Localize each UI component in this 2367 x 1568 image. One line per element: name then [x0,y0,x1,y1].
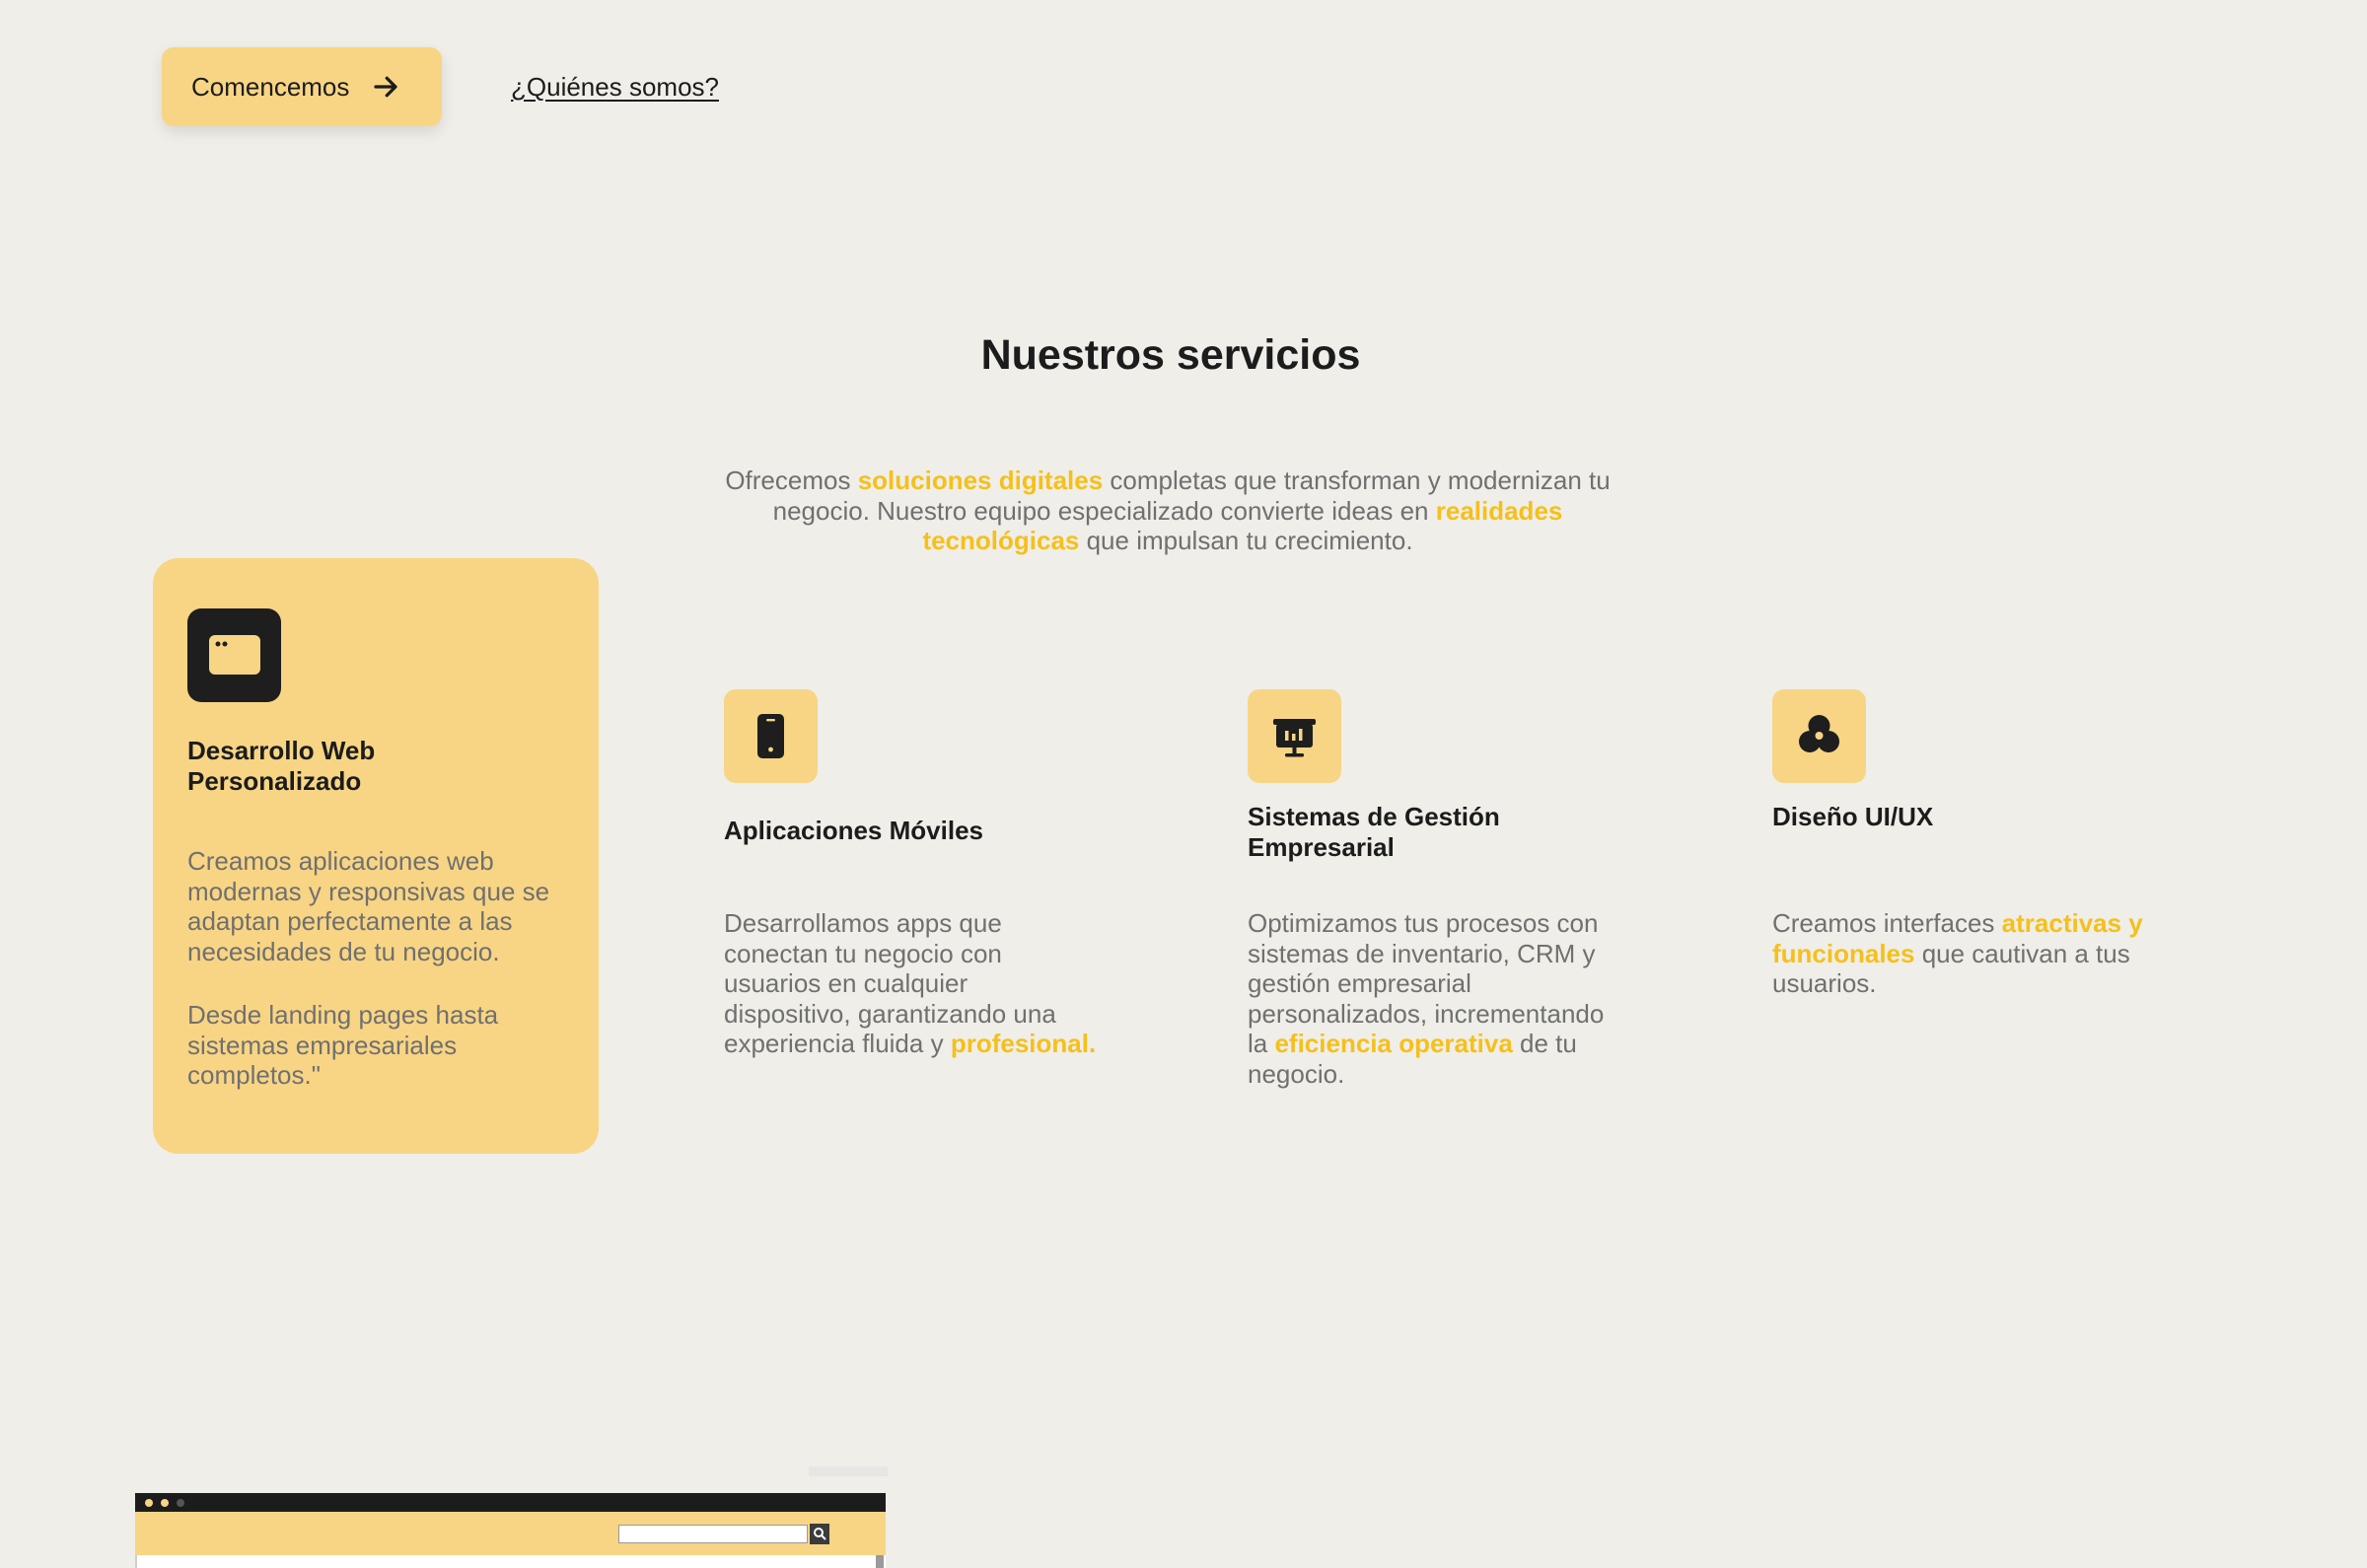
mobile-phone-icon [724,689,818,783]
preview-titlebar [135,1493,886,1512]
service-description: Desde landing pages hasta sistemas empre… [187,1000,499,1091]
browser-preview-image [135,1493,886,1568]
services-title: Nuestros servicios [980,331,1361,379]
service-description: Optimizamos tus procesos con sistemas de… [1248,908,1622,1090]
preview-search-input [618,1525,808,1543]
service-card-web[interactable]: Desarrollo Web Personalizado Creamos apl… [153,558,599,1154]
desc-highlight: eficiencia operativa [1274,1029,1513,1059]
presentation-chart-icon [1248,689,1341,783]
hero-actions: Comencemos ¿Quiénes somos? [162,47,719,126]
browser-window-icon [187,608,281,702]
comencemos-button[interactable]: Comencemos [162,47,442,126]
service-description: Creamos aplicaciones web modernas y resp… [187,846,550,966]
decorative-shape [809,1466,888,1476]
intro-text: que impulsan tu crecimiento. [1079,526,1413,556]
service-title: Sistemas de Gestión Empresarial [1248,802,1500,862]
service-description: Desarrollamos apps que conectan tu negoc… [724,908,1099,1059]
service-description: Creamos interfaces atractivas y funciona… [1772,908,2147,999]
services-intro: Ofrecemos soluciones digitales completas… [714,465,1621,556]
intro-text: Ofrecemos [725,465,858,495]
design-shapes-icon [1772,689,1866,783]
service-title: Desarrollo Web Personalizado [187,736,376,796]
preview-body [135,1555,886,1568]
desc-highlight: profesional. [950,1029,1097,1059]
service-title: Diseño UI/UX [1772,802,1934,831]
desc-text: Creamos interfaces [1772,908,2002,938]
arrow-right-icon [374,76,398,98]
intro-highlight: soluciones digitales [857,465,1104,495]
search-icon [810,1524,829,1544]
window-dot [161,1499,169,1507]
service-title: Aplicaciones Móviles [724,816,983,845]
preview-navbar [135,1512,886,1555]
window-dot [145,1499,153,1507]
preview-scrollbar [876,1555,884,1568]
window-dot [177,1499,184,1507]
comencemos-label: Comencemos [191,71,350,102]
quienes-somos-link[interactable]: ¿Quiénes somos? [511,72,719,103]
